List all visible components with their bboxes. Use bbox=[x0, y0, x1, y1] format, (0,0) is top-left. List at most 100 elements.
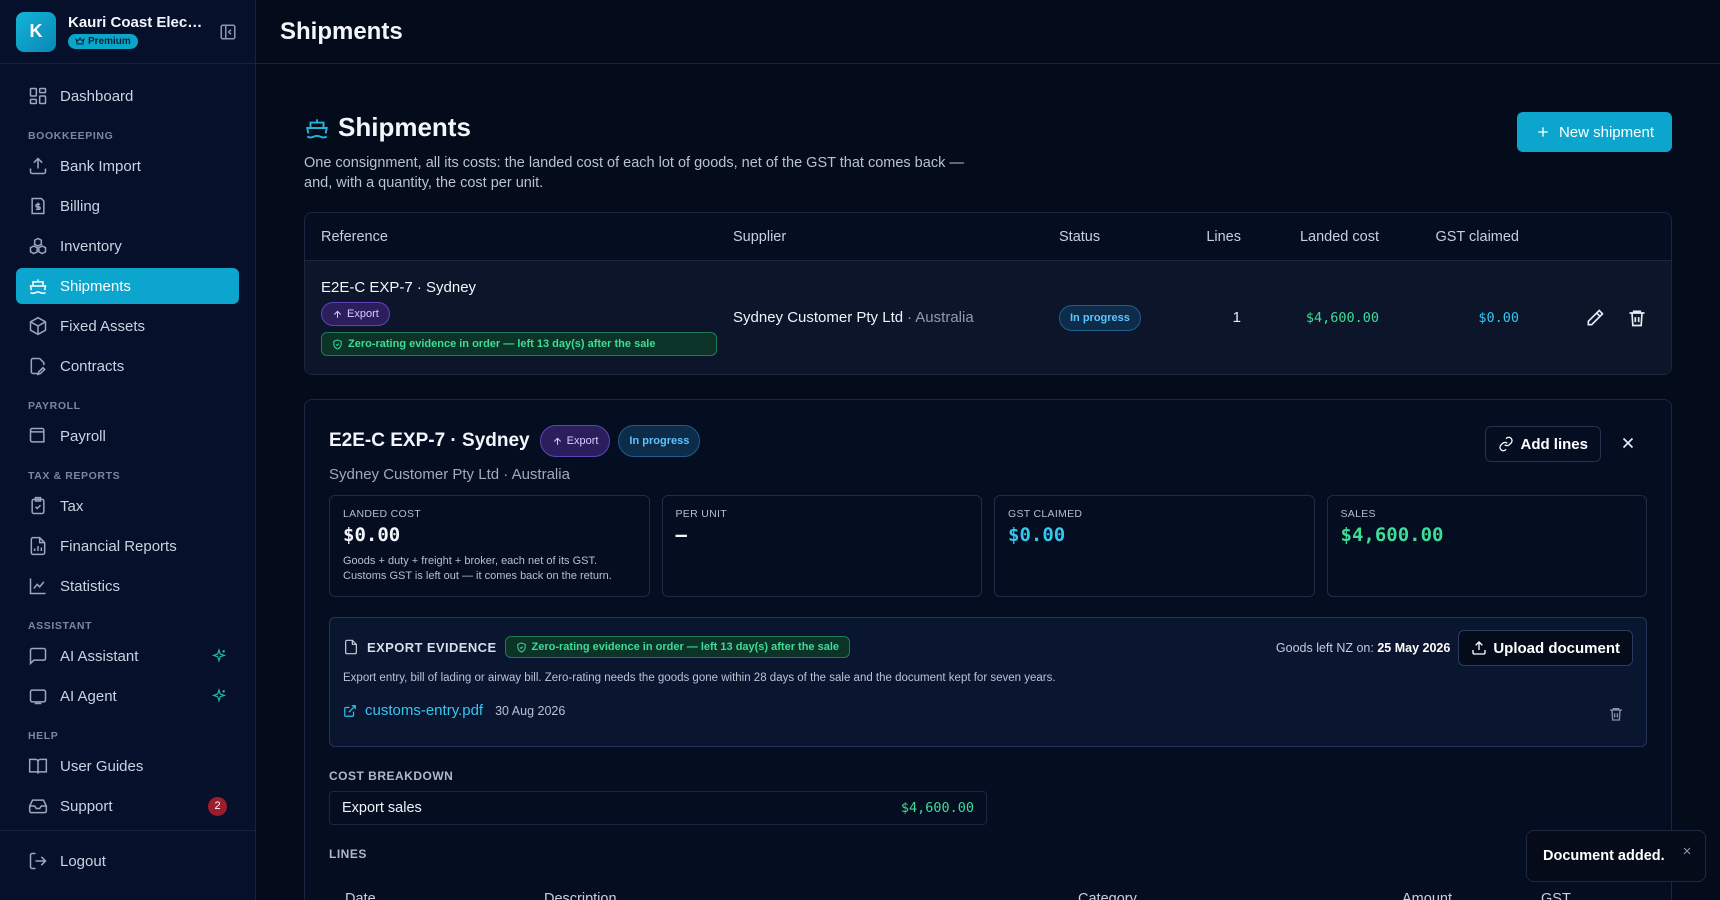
sidebar-item-fixed-assets[interactable]: Fixed Assets bbox=[16, 308, 239, 344]
collapse-sidebar-icon[interactable] bbox=[217, 21, 239, 43]
sidebar-item-label: AI Assistant bbox=[60, 647, 139, 665]
delete-file-icon[interactable] bbox=[1608, 706, 1624, 722]
boxes-icon bbox=[29, 237, 47, 255]
edit-icon[interactable] bbox=[1585, 308, 1605, 328]
col-amount[interactable]: Amount bbox=[1402, 891, 1541, 900]
col-supplier[interactable]: Supplier bbox=[733, 229, 1059, 245]
sidebar-item-label: Support bbox=[60, 797, 113, 815]
clipboard-icon bbox=[31, 496, 45, 515]
close-icon[interactable] bbox=[1681, 845, 1693, 857]
sidebar-item-label: Dashboard bbox=[60, 87, 134, 105]
col-reference[interactable]: Reference bbox=[305, 229, 733, 245]
chat-icon bbox=[29, 647, 47, 666]
evidence-description: Export entry, bill of lading or airway b… bbox=[343, 672, 1056, 684]
stat-value: $0.00 bbox=[343, 524, 401, 546]
close-icon[interactable] bbox=[1619, 434, 1637, 452]
detail-subtitle: Sydney Customer Pty Ltd · Australia bbox=[329, 466, 570, 483]
col-date[interactable]: Date bbox=[345, 891, 544, 900]
col-lines[interactable]: Lines bbox=[1169, 229, 1241, 245]
col-status[interactable]: Status bbox=[1059, 229, 1169, 245]
sidebar-item-label: Statistics bbox=[60, 577, 121, 595]
sidebar-item-financial-reports[interactable]: Financial Reports bbox=[16, 528, 239, 564]
sidebar-item-label: Contracts bbox=[60, 357, 125, 375]
topbar-title: Shipments bbox=[280, 17, 403, 45]
crown-icon bbox=[75, 37, 85, 45]
lines-table-header: Date Description Category Amount GST bbox=[329, 891, 1647, 900]
logout-label: Logout bbox=[60, 852, 106, 870]
cell-reference: E2E-C EXP-7 · Sydney Export Zero-rating … bbox=[305, 279, 733, 356]
book-icon bbox=[28, 758, 48, 774]
file-link[interactable]: customs-entry.pdf bbox=[365, 702, 483, 719]
sidebar-item-payroll[interactable]: Payroll bbox=[16, 418, 239, 454]
evidence-file: customs-entry.pdf 30 Aug 2026 bbox=[343, 702, 1633, 719]
shipments-table: Reference Supplier Status Lines Landed c… bbox=[304, 212, 1672, 375]
new-shipment-button[interactable]: New shipment bbox=[1516, 112, 1672, 152]
evidence-status-label: Zero-rating evidence in order — left 13 … bbox=[348, 338, 656, 350]
sidebar-item-dashboard[interactable]: Dashboard bbox=[16, 78, 239, 114]
sidebar-item-label: AI Agent bbox=[60, 687, 117, 705]
col-category[interactable]: Category bbox=[1078, 891, 1402, 900]
sidebar-item-contracts[interactable]: Contracts bbox=[16, 348, 239, 384]
sidebar-item-ai-agent[interactable]: AI Agent bbox=[16, 678, 239, 714]
org-switcher[interactable]: Kauri Coast Electri... Premium bbox=[68, 14, 205, 50]
evidence-chip-label: Zero-rating evidence in order — left 13 … bbox=[531, 641, 840, 653]
cell-gst-claimed: $0.00 bbox=[1478, 309, 1519, 326]
sidebar-item-user-guides[interactable]: User Guides bbox=[16, 748, 239, 784]
nav-section-help: HELP bbox=[28, 730, 59, 742]
upload-icon bbox=[553, 437, 561, 445]
delete-icon[interactable] bbox=[1627, 308, 1647, 328]
stat-label: LANDED COST bbox=[343, 508, 421, 520]
detail-export-label: Export bbox=[566, 435, 599, 447]
ship-icon bbox=[306, 118, 328, 138]
plus-icon bbox=[1538, 127, 1548, 137]
sidebar-item-ai-assistant[interactable]: AI Assistant bbox=[16, 638, 239, 674]
cost-amount: $4,600.00 bbox=[900, 800, 974, 816]
export-chip: Export bbox=[321, 302, 390, 326]
sidebar-item-billing[interactable]: Billing bbox=[16, 188, 239, 224]
col-landed-cost[interactable]: Landed cost bbox=[1241, 229, 1379, 245]
detail-status-badge: In progress bbox=[618, 425, 701, 457]
stat-label: GST CLAIMED bbox=[1008, 508, 1083, 520]
stat-value: — bbox=[675, 524, 687, 546]
cost-breakdown-row: Export sales $4,600.00 bbox=[329, 791, 987, 825]
external-link-icon bbox=[344, 704, 356, 717]
goods-left-date[interactable]: 25 May 2026 bbox=[1377, 641, 1450, 655]
cell-landed-cost: $4,600.00 bbox=[1305, 309, 1379, 326]
stats-row: LANDED COST $0.00 Goods + duty + freight… bbox=[329, 495, 1647, 597]
status-badge: In progress bbox=[1059, 304, 1141, 331]
stat-landed-cost: LANDED COST $0.00 Goods + duty + freight… bbox=[329, 495, 650, 597]
sidebar-item-tax[interactable]: Tax bbox=[16, 488, 239, 524]
page-title-text: Shipments bbox=[338, 112, 471, 142]
table-row[interactable]: E2E-C EXP-7 · Sydney Export Zero-rating … bbox=[305, 261, 1671, 374]
sidebar-item-inventory[interactable]: Inventory bbox=[16, 228, 239, 264]
sidebar-item-label: Fixed Assets bbox=[60, 317, 146, 335]
col-description[interactable]: Description bbox=[544, 891, 1078, 900]
evidence-status-chip: Zero-rating evidence in order — left 13 … bbox=[321, 332, 717, 356]
bot-icon bbox=[29, 689, 47, 705]
col-gst[interactable]: GST bbox=[1541, 891, 1571, 900]
add-lines-label: Add lines bbox=[1520, 435, 1588, 453]
col-gst-claimed[interactable]: GST claimed bbox=[1379, 229, 1519, 245]
org-logo[interactable]: K bbox=[16, 11, 56, 52]
logout-button[interactable]: Logout bbox=[16, 843, 239, 879]
org-name[interactable]: Kauri Coast Electri... bbox=[68, 14, 205, 31]
cost-label: Export sales bbox=[342, 800, 422, 816]
sidebar-item-shipments[interactable]: Shipments bbox=[16, 268, 239, 304]
add-lines-button[interactable]: Add lines bbox=[1485, 426, 1601, 462]
shipment-detail: E2E-C EXP-7 · Sydney Export In progress … bbox=[304, 399, 1672, 900]
page-header: Shipments One consignment, all its costs… bbox=[304, 112, 1672, 192]
shield-check-icon bbox=[516, 641, 526, 653]
sidebar-item-statistics[interactable]: Statistics bbox=[16, 568, 239, 604]
support-count-badge: 2 bbox=[208, 796, 227, 816]
table-header: Reference Supplier Status Lines Landed c… bbox=[305, 213, 1671, 261]
sidebar-item-support[interactable]: Support 2 bbox=[16, 788, 239, 824]
sidebar-nav: Dashboard BOOKKEEPING Bank Import Billin… bbox=[0, 64, 255, 830]
nav-section-tax-reports: TAX & REPORTS bbox=[28, 470, 121, 482]
upload-icon bbox=[333, 310, 342, 318]
upload-document-button[interactable]: Upload document bbox=[1458, 630, 1633, 666]
sidebar-item-label: Tax bbox=[60, 497, 84, 515]
shipment-reference[interactable]: E2E-C EXP-7 · Sydney bbox=[321, 279, 733, 296]
upload-icon bbox=[29, 157, 47, 175]
sidebar-item-label: Payroll bbox=[60, 427, 106, 445]
sidebar-item-bank-import[interactable]: Bank Import bbox=[16, 148, 239, 184]
